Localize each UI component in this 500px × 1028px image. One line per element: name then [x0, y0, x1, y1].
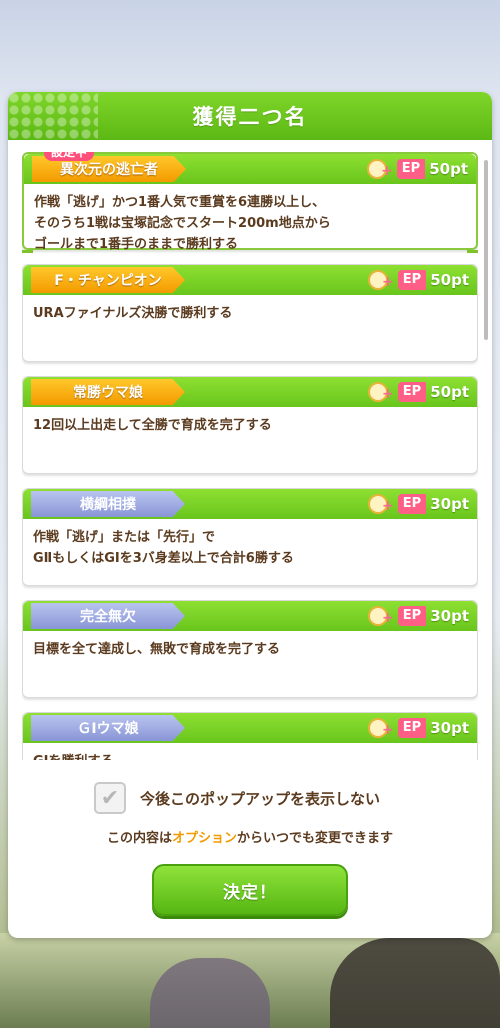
note-suffix: からいつでも変更できます — [237, 831, 394, 846]
ep-coin-icon — [366, 159, 393, 179]
title-card-header: F・チャンピオン EP50pt — [23, 265, 477, 295]
title-description: URAファイナルズ決勝で勝利する — [33, 306, 233, 321]
title-description: 作戦「逃げ」または「先行」で GⅡもしくはGⅠを3バ身差以上で合計6勝する — [33, 530, 294, 566]
selection-corner — [22, 152, 33, 163]
ep-coin-icon — [367, 382, 394, 402]
title-card[interactable]: ＧⅠウマ娘 EP30pt GⅠを勝利する — [22, 712, 478, 760]
title-name-tag: ＧⅠウマ娘 — [31, 715, 185, 741]
selected-badge: 設定中 — [44, 152, 95, 161]
ep-label: EP — [397, 718, 427, 738]
ep-coin-icon — [367, 270, 394, 290]
ep-points: 30pt — [430, 495, 469, 513]
title-card[interactable]: 設定中異次元の逃亡者 EP50pt 作戦「逃げ」かつ1番人気で重賞を6連勝以上し、 … — [22, 152, 478, 253]
ep-coin-icon — [367, 606, 394, 626]
ep-reward: EP30pt — [367, 717, 469, 739]
note-option-link: オプション — [171, 831, 237, 846]
title-name: 完全無欠 — [80, 609, 136, 625]
note-prefix: この内容は — [106, 831, 172, 846]
background-horse — [330, 938, 500, 1028]
title-name: ＧⅠウマ娘 — [77, 721, 139, 737]
ep-label: EP — [397, 494, 427, 514]
ep-reward: EP50pt — [366, 158, 468, 180]
title-card-header: 横綱相撲 EP30pt — [23, 489, 477, 519]
ep-coin-icon — [367, 494, 394, 514]
title-description: 12回以上出走して全勝で育成を完了する — [33, 418, 272, 433]
decide-button[interactable]: 決定！ — [152, 864, 348, 916]
ep-label: EP — [397, 270, 427, 290]
title-list[interactable]: 設定中異次元の逃亡者EP50pt作戦「逃げ」かつ1番人気で重賞を6連勝以上し、 … — [22, 152, 478, 760]
dialog-title: 獲得二つ名 — [192, 105, 308, 129]
dont-show-again-checkbox[interactable]: ✔ — [94, 782, 126, 814]
selection-corner — [467, 239, 478, 253]
dialog-header: 獲得二つ名 — [8, 92, 492, 140]
ep-reward: EP50pt — [367, 269, 469, 291]
ep-points: 50pt — [430, 383, 469, 401]
title-card[interactable]: 常勝ウマ娘 EP50pt 12回以上出走して全勝で育成を完了する — [22, 376, 478, 474]
title-name: F・チャンピオン — [54, 273, 162, 289]
titles-dialog: 獲得二つ名 設定中異次元の逃亡者EP50pt作戦「逃げ」かつ1番人気で重賞を6連… — [8, 92, 492, 938]
title-name: 常勝ウマ娘 — [73, 385, 143, 401]
ep-label: EP — [396, 159, 426, 179]
title-name: 横綱相撲 — [80, 497, 136, 513]
title-name-tag: 完全無欠 — [31, 603, 185, 629]
title-name-tag: F・チャンピオン — [31, 267, 185, 293]
ep-coin-icon — [367, 718, 394, 738]
checkmark-icon: ✔ — [100, 785, 120, 811]
selection-corner — [467, 152, 478, 163]
dont-show-again-row[interactable]: ✔ 今後このポップアップを表示しない — [94, 782, 380, 814]
title-card[interactable]: F・チャンピオン EP50pt URAファイナルズ決勝で勝利する — [22, 264, 478, 362]
ep-reward: EP50pt — [367, 381, 469, 403]
title-name-tag: 横綱相撲 — [31, 491, 185, 517]
ep-label: EP — [397, 606, 427, 626]
title-description: 作戦「逃げ」かつ1番人気で重賞を6連勝以上し、 そのうち1戦は宝塚記念でスタート… — [34, 195, 331, 252]
title-card-header: ＧⅠウマ娘 EP30pt — [23, 713, 477, 743]
ep-reward: EP30pt — [367, 605, 469, 627]
title-description: 目標を全て達成し、無敗で育成を完了する — [33, 642, 281, 657]
ep-reward: EP30pt — [367, 493, 469, 515]
title-card-header: 常勝ウマ娘 EP50pt — [23, 377, 477, 407]
header-pattern — [8, 92, 98, 140]
dont-show-again-label: 今後このポップアップを表示しない — [140, 789, 381, 808]
option-note: この内容はオプションからいつでも変更できます — [8, 827, 492, 846]
ep-points: 50pt — [430, 271, 469, 289]
title-card-header: 完全無欠 EP30pt — [23, 601, 477, 631]
ep-label: EP — [397, 382, 427, 402]
selection-corner — [22, 239, 33, 253]
ep-points: 50pt — [429, 160, 468, 178]
title-card[interactable]: 横綱相撲 EP30pt 作戦「逃げ」または「先行」で GⅡもしくはGⅠを3バ身差以上… — [22, 488, 478, 586]
ep-points: 30pt — [430, 607, 469, 625]
title-name: 異次元の逃亡者 — [60, 162, 158, 178]
title-description: GⅠを勝利する — [23, 743, 477, 760]
ep-points: 30pt — [430, 719, 469, 737]
list-scrollbar[interactable] — [484, 160, 488, 340]
title-card[interactable]: 完全無欠 EP30pt 目標を全て達成し、無敗で育成を完了する — [22, 600, 478, 698]
title-name-tag: 常勝ウマ娘 — [31, 379, 185, 405]
